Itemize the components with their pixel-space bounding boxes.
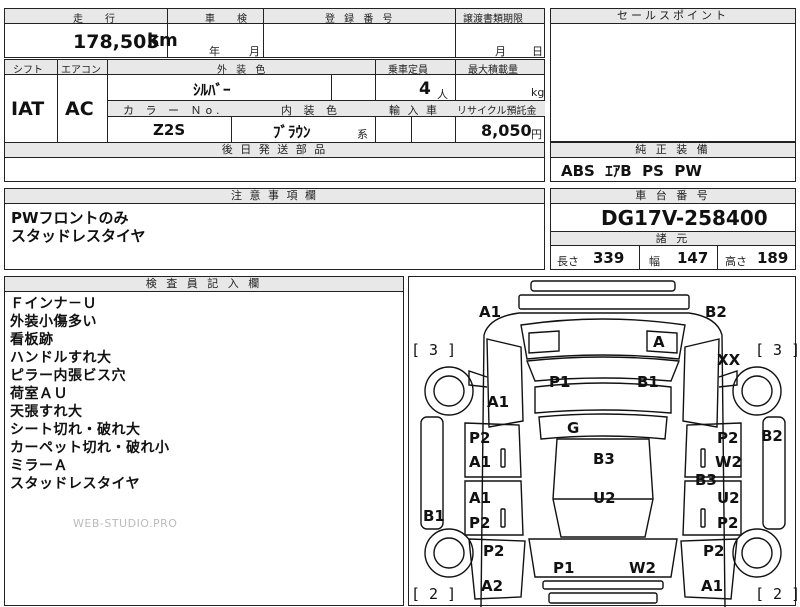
- shift-header: シフト: [13, 65, 43, 76]
- damage-mark: A1: [479, 303, 501, 321]
- watermark: WEB-STUDIO.PRO: [73, 517, 178, 530]
- damage-mark: A2: [481, 577, 503, 595]
- damage-mark: P2: [703, 542, 724, 560]
- length-value: 339: [593, 249, 625, 267]
- genuine-equipment-value: ABS ｴｱB PS PW: [561, 162, 702, 180]
- damage-mark: A1: [701, 577, 723, 595]
- notes-line: スタッドレスタイヤ: [11, 227, 146, 245]
- import-header: 輸 入 車: [389, 104, 439, 117]
- damage-bracket-label: [ 2 ]: [411, 585, 456, 603]
- damage-mark: U2: [593, 489, 616, 507]
- inspector-line: 天張すれ大: [10, 404, 83, 420]
- car-diagram: [ 3 ] [ 3 ] [ 2 ] [ 2 ] A1 B2 A P1 B1 XX…: [411, 280, 797, 607]
- inspection-year: 年: [209, 45, 220, 58]
- interior-color-value: ﾌﾞﾗｳﾝ: [273, 123, 311, 141]
- aircon-header: エアコン: [61, 65, 101, 76]
- damage-mark: XX: [717, 351, 741, 369]
- chassis-header: 車 台 番 号: [551, 189, 795, 204]
- inspector-line: ミラーＡ: [10, 458, 68, 474]
- damage-mark: P2: [469, 514, 490, 532]
- inspector-line: 荷室ＡＵ: [10, 386, 68, 402]
- genuine-equipment-box: 純 正 装 備 ABS ｴｱB PS PW: [550, 142, 796, 182]
- sales-points-box: セールスポイント: [550, 8, 796, 142]
- mileage-header: 走 行: [73, 14, 121, 25]
- later-parts-box: 後 日 発 送 部 品: [4, 142, 545, 182]
- max-load-unit: kg: [531, 86, 545, 99]
- inspector-line: カーペット切れ・破れ小: [10, 440, 170, 456]
- width-value: 147: [677, 249, 709, 267]
- transfer-day: 日: [532, 45, 543, 58]
- specs-header: 諸 元: [551, 231, 795, 246]
- later-parts-header: 後 日 発 送 部 品: [5, 143, 544, 158]
- exterior-color-value: ｼﾙﾊﾞｰ: [193, 81, 231, 99]
- damage-mark: B3: [593, 450, 615, 468]
- capacity-header: 乗車定員: [388, 65, 428, 76]
- chassis-number: DG17V-258400: [601, 206, 768, 230]
- damage-mark: P2: [717, 514, 738, 532]
- damage-bracket-label: [ 2 ]: [755, 585, 797, 603]
- inspector-line: ピラー内張ビス穴: [10, 368, 126, 384]
- notes-header: 注 意 事 項 欄: [5, 189, 544, 204]
- car-diagram-box: [ 3 ] [ 3 ] [ 2 ] [ 2 ] A1 B2 A P1 B1 XX…: [408, 276, 797, 607]
- inspector-line: 看板跡: [10, 332, 54, 348]
- aircon-value: AC: [65, 98, 94, 120]
- color-no-header: カ ラ ー Ｎo.: [123, 104, 224, 117]
- damage-mark: A1: [487, 393, 509, 411]
- inspection-header: 車 検: [205, 14, 253, 25]
- capacity-unit: 人: [437, 88, 448, 101]
- damage-mark: B2: [761, 427, 783, 445]
- inspector-line: シート切れ・破れ大: [10, 422, 141, 438]
- recycle-value: 8,050: [481, 121, 532, 140]
- shift-value: IAT: [11, 98, 45, 120]
- vehicle-info-table: 走 行 車 検 登 録 番 号 譲渡書類期限 178,505 km 年 月 月 …: [4, 8, 545, 58]
- length-label: 長さ: [557, 255, 579, 268]
- chassis-box: 車 台 番 号 DG17V-258400 諸 元 長さ 339 幅 147 高さ…: [550, 188, 796, 270]
- recycle-header: リサイクル預託金: [457, 106, 537, 117]
- interior-color-suffix: 系: [357, 128, 368, 141]
- height-label: 高さ: [725, 255, 747, 268]
- recycle-unit: 円: [531, 128, 542, 141]
- inspector-line: 外装小傷多い: [10, 314, 97, 330]
- inspector-box: 検 査 員 記 入 欄 Ｆインナ－Ｕ 外装小傷多い 看板跡 ハンドルすれ大 ピラ…: [4, 276, 404, 606]
- damage-mark: P2: [469, 429, 490, 447]
- transfer-month: 月: [495, 45, 506, 58]
- damage-mark: W2: [629, 559, 656, 577]
- damage-bracket-label: [ 3 ]: [755, 341, 797, 359]
- notes-line: PWフロントのみ: [11, 209, 129, 227]
- inspector-line: Ｆインナ－Ｕ: [10, 296, 97, 312]
- notes-box: 注 意 事 項 欄 PWフロントのみ スタッドレスタイヤ: [4, 188, 545, 270]
- damage-mark: B3: [695, 471, 717, 489]
- exterior-color-header: 外 装 色: [217, 65, 269, 76]
- damage-mark: A1: [469, 453, 491, 471]
- damage-mark: A: [653, 333, 665, 351]
- height-value: 189: [757, 249, 789, 267]
- max-load-header: 最大積載量: [468, 65, 518, 76]
- damage-bracket-label: [ 3 ]: [411, 341, 456, 359]
- color-no-value: Z2S: [153, 121, 186, 139]
- damage-mark: A1: [469, 489, 491, 507]
- damage-mark: P1: [553, 559, 574, 577]
- interior-color-header: 内 装 色: [281, 104, 341, 117]
- damage-mark: B1: [637, 373, 659, 391]
- mileage-unit: km: [147, 30, 178, 51]
- spec-table: シフト エアコン 外 装 色 乗車定員 最大積載量 IAT AC ｼﾙﾊﾞｰ 4…: [4, 59, 545, 143]
- damage-mark: G: [567, 419, 579, 437]
- inspector-line: ハンドルすれ大: [10, 350, 112, 366]
- registration-header: 登 録 番 号: [325, 14, 396, 25]
- damage-mark: W2: [715, 453, 742, 471]
- inspector-header: 検 査 員 記 入 欄: [5, 277, 403, 292]
- damage-mark: P1: [549, 373, 570, 391]
- damage-mark: B1: [423, 507, 445, 525]
- damage-mark: P2: [717, 429, 738, 447]
- genuine-equipment-header: 純 正 装 備: [551, 143, 795, 158]
- damage-mark: U2: [717, 489, 740, 507]
- damage-mark: B2: [705, 303, 727, 321]
- inspection-month: 月: [249, 45, 260, 58]
- transfer-header: 譲渡書類期限: [463, 14, 523, 25]
- width-label: 幅: [649, 255, 660, 268]
- damage-mark: P2: [483, 542, 504, 560]
- capacity-value: 4: [419, 79, 431, 99]
- inspector-line: スタッドレスタイヤ: [10, 476, 141, 492]
- sales-points-header: セールスポイント: [551, 9, 795, 24]
